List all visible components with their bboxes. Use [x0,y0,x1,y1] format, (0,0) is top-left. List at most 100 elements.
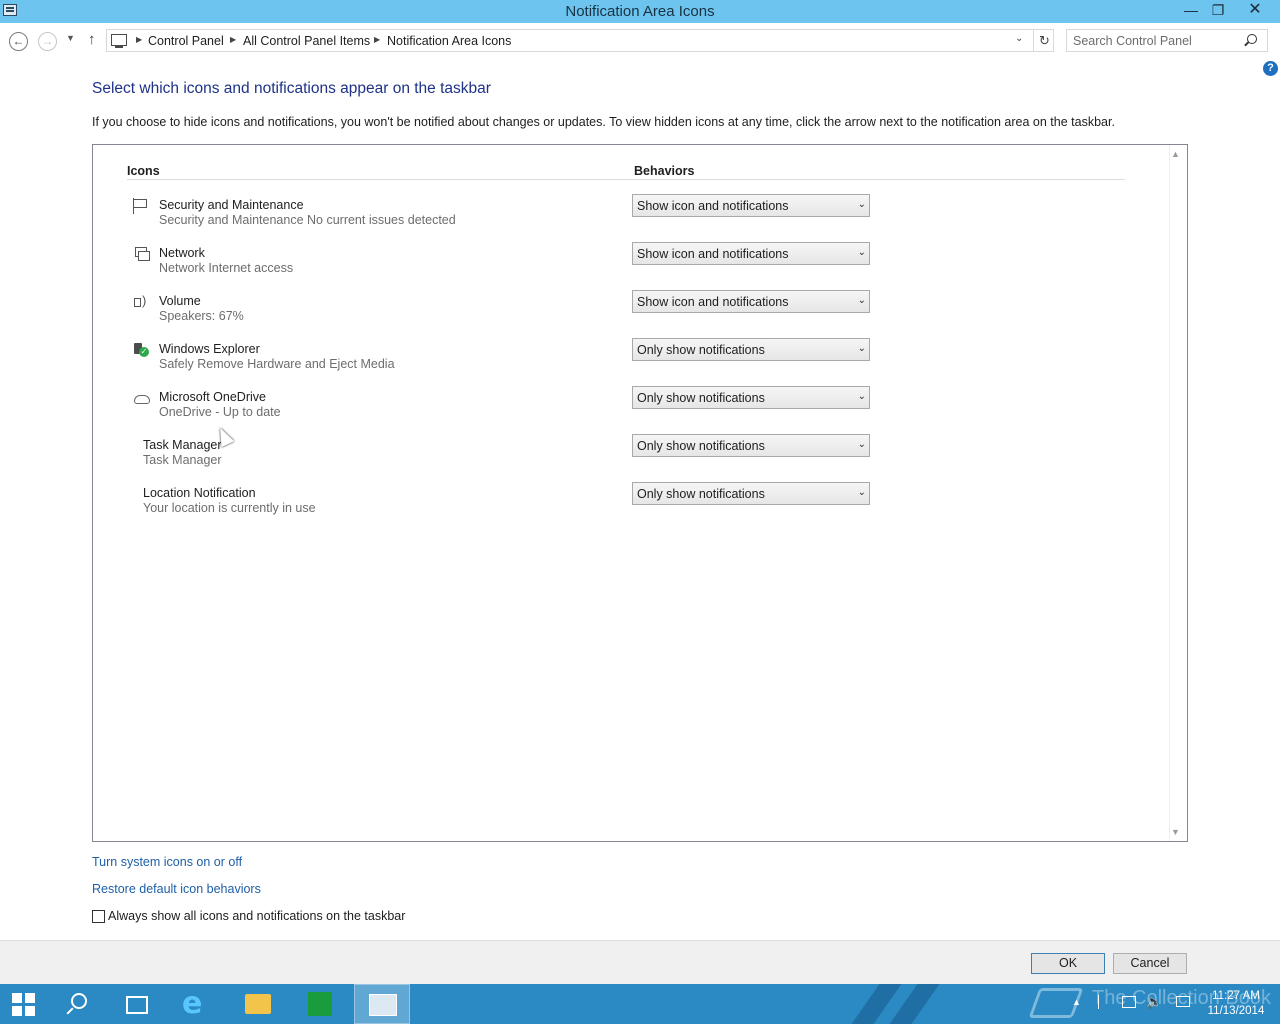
scrollbar[interactable] [1169,145,1170,841]
item-description: Speakers: 67% [159,309,244,323]
scroll-down-arrow[interactable]: ▼ [1171,827,1180,837]
file-explorer-icon[interactable] [230,984,286,1024]
item-name: Volume [159,294,201,308]
behavior-value: Only show notifications [637,439,765,453]
window-title: Notification Area Icons [565,3,715,20]
breadcrumb-current[interactable]: Notification Area Icons [387,34,511,48]
up-button[interactable]: ↑ [88,31,96,48]
item-description: OneDrive - Up to date [159,405,281,419]
chevron-down-icon: ⌄ [857,199,866,210]
column-header-icons: Icons [127,164,160,178]
tray-action-center-icon[interactable] [1176,996,1190,1007]
list-item: Location Notification Your location is c… [93,482,1153,526]
recent-locations-dropdown[interactable]: ▼ [66,33,75,43]
title-bar: Notification Area Icons — ❐ ✕ [0,0,1280,23]
list-item: Network Network Internet access Show ico… [93,242,1153,286]
behavior-value: Only show notifications [637,487,765,501]
list-item: Microsoft OneDrive OneDrive - Up to date… [93,386,1153,430]
item-name: Security and Maintenance [159,198,304,212]
behavior-select[interactable]: Only show notifications ⌄ [632,434,870,457]
flag-icon [133,198,149,214]
behavior-select[interactable]: Only show notifications ⌄ [632,386,870,409]
forward-button[interactable]: → [38,32,57,51]
taskbar-search-icon[interactable] [52,984,108,1024]
breadcrumb-separator-icon[interactable]: ▶ [374,35,380,44]
address-history-dropdown[interactable]: ⌄ [1015,33,1023,44]
breadcrumb-control-panel[interactable]: Control Panel [148,34,224,48]
address-bar: ← → ▼ ↑ ▶ Control Panel ▶ All Control Pa… [0,23,1280,59]
control-panel-taskbar-icon[interactable] [354,984,410,1024]
tray-network-icon[interactable] [1122,996,1136,1008]
close-button[interactable]: ✕ [1240,0,1270,21]
scroll-up-arrow[interactable]: ▲ [1171,149,1180,159]
list-item: Task Manager Task Manager Only show noti… [93,434,1153,478]
always-show-checkbox[interactable] [92,910,105,923]
breadcrumb-separator-icon[interactable]: ▶ [230,35,236,44]
behavior-select[interactable]: Only show notifications ⌄ [632,482,870,505]
ok-button[interactable]: OK [1031,953,1105,974]
tray-volume-icon[interactable]: 🔈 [1146,994,1162,1010]
search-icon[interactable] [1247,34,1257,44]
page-description: If you choose to hide icons and notifica… [92,115,1115,129]
behavior-value: Show icon and notifications [637,199,789,213]
cancel-button[interactable]: Cancel [1113,953,1187,974]
restore-defaults-link[interactable]: Restore default icon behaviors [92,882,261,896]
computer-icon [111,34,127,48]
chevron-down-icon: ⌄ [857,343,866,354]
icons-list: Icons Behaviors ▲ ▼ Security and Mainten… [92,144,1188,842]
search-input[interactable] [1073,33,1243,48]
page-title: Select which icons and notifications app… [92,80,491,97]
behavior-select[interactable]: Show icon and notifications ⌄ [632,290,870,313]
item-description: Your location is currently in use [143,501,316,515]
list-item: Volume Speakers: 67% Show icon and notif… [93,290,1153,334]
column-header-behaviors: Behaviors [634,164,695,178]
chevron-down-icon: ⌄ [857,391,866,402]
taskbar-clock[interactable]: 11:27 AM 11/13/2014 [1196,989,1276,1019]
clock-date: 11/13/2014 [1207,1005,1265,1017]
behavior-value: Only show notifications [637,391,765,405]
list-item: Windows Explorer Safely Remove Hardware … [93,338,1153,382]
item-description: Network Internet access [159,261,294,275]
taskbar: The Collection Book ▲ 🔈 11:27 AM 11/13/2… [0,984,1280,1024]
item-name: Task Manager [143,438,222,452]
chevron-down-icon: ⌄ [857,439,866,450]
refresh-button[interactable]: ↻ [1033,30,1055,51]
item-description: Safely Remove Hardware and Eject Media [159,357,395,371]
usb-eject-icon [133,342,149,358]
always-show-label[interactable]: Always show all icons and notifications … [108,909,405,923]
list-item: Security and Maintenance Security and Ma… [93,194,1153,238]
store-icon[interactable] [292,984,348,1024]
chevron-down-icon: ⌄ [857,487,866,498]
dialog-footer: OK Cancel [0,940,1280,984]
minimize-button[interactable]: — [1176,0,1206,21]
item-description: Task Manager [143,453,222,467]
header-divider [127,179,1125,180]
restore-button[interactable]: ❐ [1203,0,1233,21]
start-button-icon[interactable] [0,984,56,1024]
turn-system-icons-link[interactable]: Turn system icons on or off [92,855,242,869]
behavior-value: Only show notifications [637,343,765,357]
behavior-value: Show icon and notifications [637,247,789,261]
behavior-value: Show icon and notifications [637,295,789,309]
network-icon [133,246,150,262]
clock-time: 11:27 AM [1212,990,1260,1002]
item-name: Microsoft OneDrive [159,390,266,404]
chevron-down-icon: ⌄ [857,295,866,306]
speaker-icon [133,293,149,310]
item-name: Network [159,246,205,260]
behavior-select[interactable]: Show icon and notifications ⌄ [632,242,870,265]
behavior-select[interactable]: Show icon and notifications ⌄ [632,194,870,217]
address-box[interactable]: ▶ Control Panel ▶ All Control Panel Item… [106,29,1054,52]
task-view-icon[interactable] [108,984,164,1024]
tray-flag-icon[interactable] [1098,995,1110,1009]
breadcrumb-separator-icon[interactable]: ▶ [136,35,142,44]
chevron-down-icon: ⌄ [857,247,866,258]
show-hidden-icons-chevron[interactable]: ▲ [1072,997,1081,1007]
back-button[interactable]: ← [9,32,28,51]
internet-explorer-icon[interactable] [168,984,224,1024]
breadcrumb-all-items[interactable]: All Control Panel Items [243,34,370,48]
cloud-icon [133,390,150,406]
help-icon[interactable]: ? [1263,61,1278,76]
behavior-select[interactable]: Only show notifications ⌄ [632,338,870,361]
item-description: Security and Maintenance No current issu… [159,213,456,227]
